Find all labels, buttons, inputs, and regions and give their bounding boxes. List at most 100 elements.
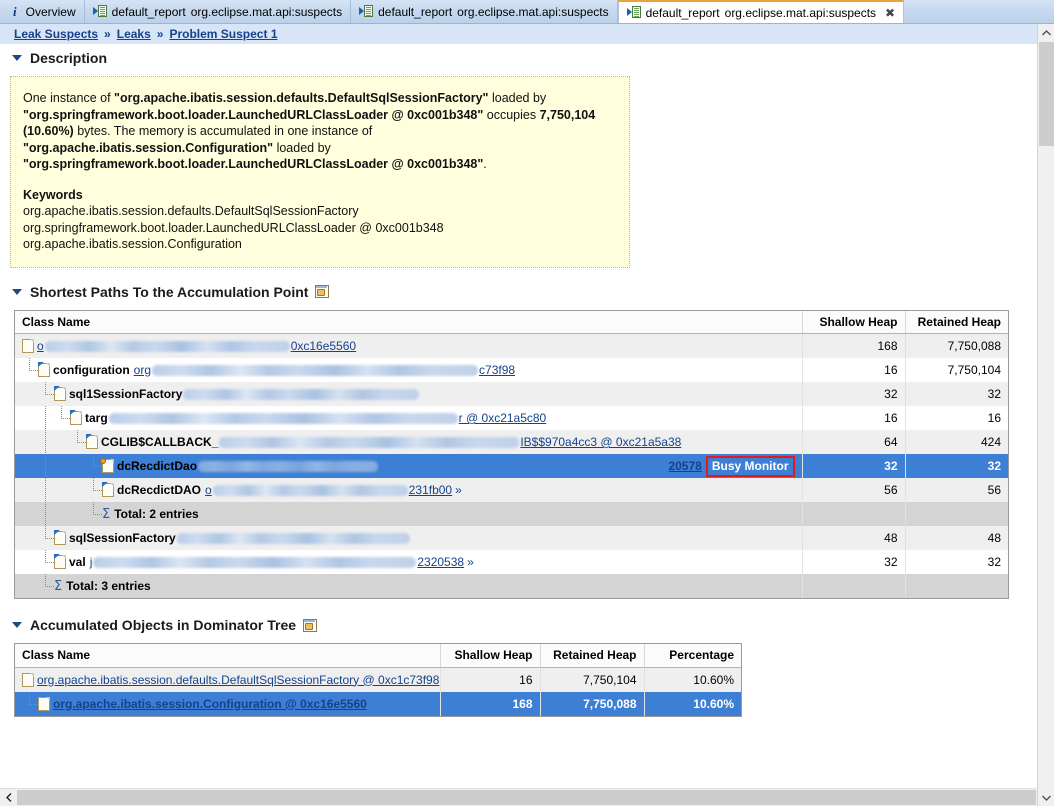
- table-row[interactable]: targ r @ 0xc21a5c80 16 16: [15, 406, 1008, 430]
- vertical-scrollbar-thumb[interactable]: [1039, 42, 1054, 146]
- row-1-link2[interactable]: c73f98: [479, 363, 515, 377]
- cell-class-name[interactable]: org.apache.ibatis.session.Configuration …: [15, 691, 441, 716]
- redacted-text: [44, 340, 290, 352]
- table-row[interactable]: o 0xc16e5560 168 7,750,088: [15, 333, 1008, 358]
- cell-retained-heap: 7,750,088: [905, 333, 1008, 358]
- breadcrumb-item-leaks[interactable]: Leaks: [117, 27, 151, 41]
- row-0-prefix[interactable]: o: [37, 339, 44, 353]
- section-header-description[interactable]: Description: [0, 44, 1037, 72]
- desc-run-2: loaded by: [488, 91, 547, 105]
- close-icon[interactable]: ✖: [885, 7, 895, 19]
- column-header-percentage[interactable]: Percentage: [644, 644, 741, 668]
- cell-class-name[interactable]: dcRecdictDAO o 231fb00 »: [15, 478, 803, 502]
- file-ref-icon: [54, 554, 66, 569]
- tab-overview[interactable]: i Overview: [0, 0, 85, 23]
- desc-run-7: "org.apache.ibatis.session.Configuration…: [23, 140, 274, 155]
- row-6-chevron[interactable]: »: [455, 483, 462, 497]
- row-3-link[interactable]: r @ 0xc21a5c80: [459, 411, 547, 425]
- redacted-text: [212, 484, 408, 496]
- section-title-accumulated-objects: Accumulated Objects in Dominator Tree: [30, 617, 297, 633]
- chevron-down-icon[interactable]: [12, 622, 22, 628]
- tab-default-report-2[interactable]: default_report org.eclipse.mat.api:suspe…: [351, 0, 618, 23]
- horizontal-scrollbar-thumb[interactable]: [17, 790, 1036, 805]
- vertical-scrollbar[interactable]: [1037, 24, 1054, 806]
- row-9-name: val: [69, 555, 86, 569]
- cell-class-name[interactable]: o 0xc16e5560: [15, 333, 803, 358]
- section-header-shortest-paths[interactable]: Shortest Paths To the Accumulation Point: [0, 278, 1037, 306]
- tree-guides: [22, 550, 54, 574]
- accumulated-objects-table-wrapper: Class Name Shallow Heap Retained Heap Pe…: [14, 643, 742, 717]
- column-header-class-name[interactable]: Class Name: [15, 310, 803, 334]
- table-header-row: Class Name Shallow Heap Retained Heap Pe…: [15, 644, 741, 668]
- cell-class-name[interactable]: org.apache.ibatis.session.defaults.Defau…: [15, 667, 441, 692]
- row-9-chevron[interactable]: »: [467, 555, 474, 569]
- horizontal-scrollbar[interactable]: [0, 788, 1037, 806]
- row-5-link[interactable]: 20578: [668, 459, 701, 473]
- table-row[interactable]: dcRecdictDAO o 231fb00 » 56 56: [15, 478, 1008, 502]
- column-header-retained-heap[interactable]: Retained Heap: [905, 310, 1008, 334]
- breadcrumb-item-leak-suspects[interactable]: Leak Suspects: [14, 27, 98, 41]
- cell-class-name[interactable]: val j 2320538 »: [15, 550, 803, 574]
- scroll-up-icon[interactable]: [1038, 24, 1054, 41]
- cell-class-name[interactable]: dcRecdictDao 20578 Busy Monitor: [15, 454, 803, 478]
- cell-class-name[interactable]: sql1SessionFactory: [15, 382, 803, 406]
- tab-1-sublabel: org.eclipse.mat.api:suspects: [190, 4, 343, 19]
- cell-percentage: 10.60%: [644, 667, 741, 692]
- chevron-down-icon[interactable]: [12, 55, 22, 61]
- row-6-name: dcRecdictDAO: [117, 483, 202, 497]
- row-9-prefix[interactable]: j: [90, 555, 93, 569]
- table-row[interactable]: org.apache.ibatis.session.defaults.Defau…: [15, 667, 741, 692]
- column-header-shallow-heap[interactable]: Shallow Heap: [440, 644, 541, 668]
- row-4-link[interactable]: IB$$970a4cc3 @ 0xc21a5a38: [520, 435, 681, 449]
- tree-guides: [22, 382, 54, 406]
- row-0-link[interactable]: 0xc16e5560: [291, 339, 356, 353]
- cell-retained-heap: 32: [905, 550, 1008, 574]
- description-box: One instance of "org.apache.ibatis.sessi…: [10, 76, 630, 268]
- table-row[interactable]: sql1SessionFactory 32 32: [15, 382, 1008, 406]
- cell-class-name[interactable]: sqlSessionFactory: [15, 526, 803, 550]
- tab-default-report-1[interactable]: default_report org.eclipse.mat.api:suspe…: [85, 0, 352, 23]
- row-9-link[interactable]: 2320538: [417, 555, 464, 569]
- table-row[interactable]: CGLIB$CALLBACK_ IB$$970a4cc3 @ 0xc21a5a3…: [15, 430, 1008, 454]
- cell-retained-heap: 7,750,104: [540, 667, 645, 692]
- accumulated-row-1-link[interactable]: org.apache.ibatis.session.Configuration …: [53, 697, 367, 711]
- redacted-text: [183, 388, 420, 400]
- busy-monitor-badge: Busy Monitor: [705, 455, 795, 477]
- table-row-selected[interactable]: dcRecdictDao 20578 Busy Monitor 32 32: [15, 454, 1008, 478]
- tab-1-label: default_report: [111, 4, 186, 19]
- cell-shallow-heap: [802, 574, 906, 598]
- table-header-row: Class Name Shallow Heap Retained Heap: [15, 310, 1008, 334]
- column-header-retained-heap[interactable]: Retained Heap: [540, 644, 645, 668]
- export-icon[interactable]: [315, 285, 330, 298]
- cell-retained-heap: [905, 502, 1008, 526]
- desc-run-0: One instance of: [23, 91, 115, 105]
- section-title-description: Description: [30, 50, 108, 66]
- cell-class-name[interactable]: targ r @ 0xc21a5c80: [15, 406, 803, 430]
- section-header-accumulated-objects[interactable]: Accumulated Objects in Dominator Tree: [0, 611, 1037, 639]
- cell-class-name[interactable]: CGLIB$CALLBACK_ IB$$970a4cc3 @ 0xc21a5a3…: [15, 430, 803, 454]
- redacted-text: [152, 364, 479, 376]
- row-6-prefix[interactable]: o: [205, 483, 212, 497]
- keywords-title: Keywords: [23, 187, 83, 202]
- accumulated-row-0-link[interactable]: org.apache.ibatis.session.defaults.Defau…: [37, 673, 439, 687]
- table-row[interactable]: val j 2320538 » 32 32: [15, 550, 1008, 574]
- desc-run-3: "org.springframework.boot.loader.Launche…: [23, 107, 484, 122]
- table-row[interactable]: configuration org c73f98 16 7,750,104: [15, 358, 1008, 382]
- scroll-left-icon[interactable]: [0, 789, 17, 806]
- file-icon: [38, 696, 50, 711]
- column-header-class-name[interactable]: Class Name: [15, 644, 441, 668]
- chevron-down-icon[interactable]: [12, 288, 22, 295]
- cell-class-name[interactable]: configuration org c73f98: [15, 358, 803, 382]
- breadcrumb-item-problem-suspect-1[interactable]: Problem Suspect 1: [169, 27, 277, 41]
- export-icon[interactable]: [303, 618, 318, 632]
- table-row[interactable]: sqlSessionFactory 48 48: [15, 526, 1008, 550]
- tab-default-report-3-active[interactable]: default_report org.eclipse.mat.api:suspe…: [617, 0, 905, 23]
- cell-shallow-heap: 56: [802, 478, 906, 502]
- tab-bar-filler: [904, 0, 1054, 23]
- row-6-link[interactable]: 231fb00: [409, 483, 452, 497]
- table-row-selected[interactable]: org.apache.ibatis.session.Configuration …: [15, 691, 741, 716]
- section-title-shortest-paths: Shortest Paths To the Accumulation Point: [30, 283, 309, 300]
- scroll-down-icon[interactable]: [1038, 789, 1054, 806]
- column-header-shallow-heap[interactable]: Shallow Heap: [802, 310, 906, 334]
- row-1-link[interactable]: org: [134, 363, 151, 377]
